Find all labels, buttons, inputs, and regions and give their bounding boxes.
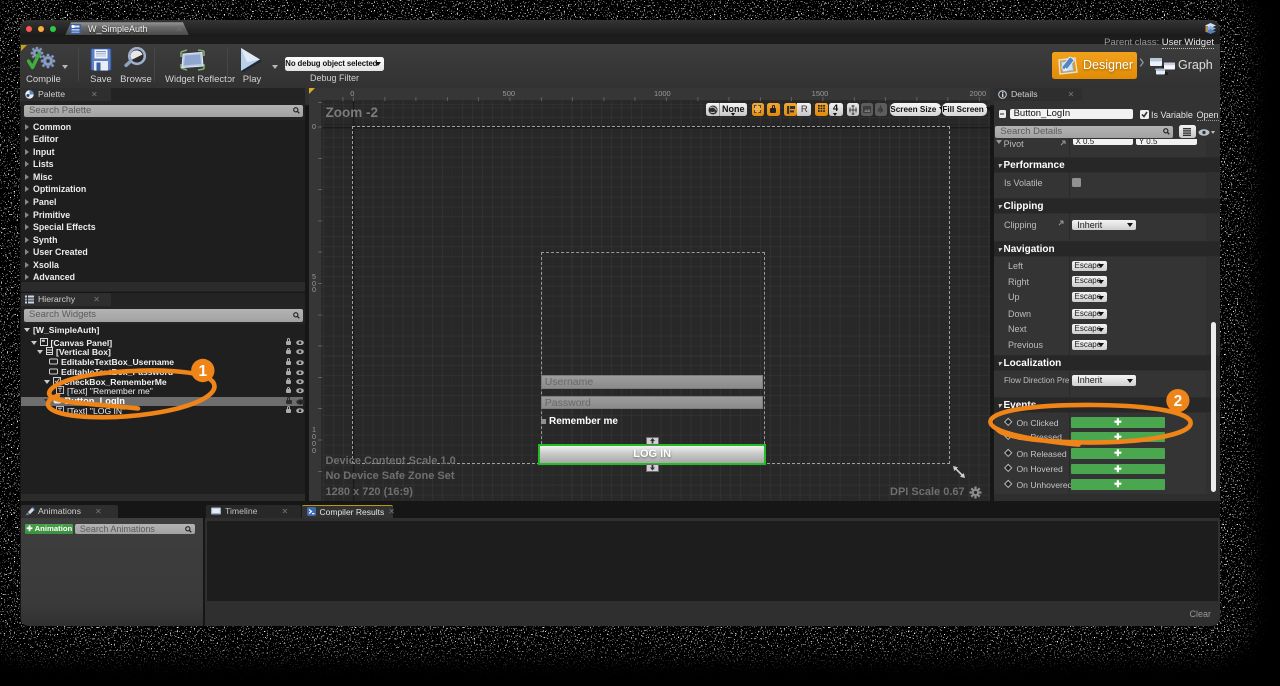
svg-text:2: 2 <box>1174 393 1183 410</box>
svg-text:1: 1 <box>198 363 207 380</box>
